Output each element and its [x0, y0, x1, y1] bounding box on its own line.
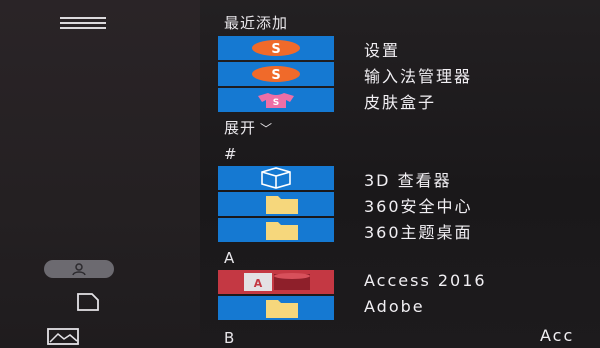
- access-icon: A: [244, 273, 310, 291]
- expand-button[interactable]: 展开 ﹀: [224, 117, 273, 138]
- app-tile: [218, 166, 334, 190]
- folder-icon: [266, 300, 298, 318]
- app-label: 输入法管理器: [364, 67, 473, 86]
- app-item-360-security[interactable]: 360安全中心: [218, 192, 600, 218]
- app-label: 360主题桌面: [364, 223, 473, 242]
- app-item-settings[interactable]: S 设置: [218, 36, 600, 62]
- app-tile: S: [218, 36, 334, 60]
- app-label: 360安全中心: [364, 197, 473, 216]
- app-item-skin-box[interactable]: S 皮肤盒子: [218, 88, 600, 114]
- folder-icon: [266, 222, 298, 240]
- app-label: Access 2016: [364, 271, 487, 290]
- svg-text:S: S: [271, 68, 280, 83]
- app-tile: [218, 296, 334, 320]
- app-item-access-2016[interactable]: A Access 2016: [218, 270, 600, 296]
- sogou-icon: S: [252, 66, 300, 83]
- recent-header: 最近添加: [224, 14, 289, 32]
- skin-box-icon: S: [258, 93, 294, 108]
- app-tile: [218, 218, 334, 242]
- app-item-ime-manager[interactable]: S 输入法管理器: [218, 62, 600, 88]
- svg-text:S: S: [273, 98, 279, 108]
- cube-icon: [261, 167, 291, 189]
- svg-text:S: S: [271, 42, 280, 57]
- app-list: 最近添加 S 设置 S 输入法管理器 S 皮肤盒子 展开 ﹀ # 3D 查看器 …: [0, 0, 600, 348]
- app-tile: S: [218, 88, 334, 112]
- app-tile: [218, 192, 334, 216]
- app-item-360-theme-desktop[interactable]: 360主题桌面: [218, 218, 600, 244]
- app-label: Adobe: [364, 297, 425, 316]
- folder-icon: [266, 196, 298, 214]
- app-item-adobe[interactable]: Adobe: [218, 296, 600, 322]
- group-letter-hash[interactable]: #: [224, 145, 238, 163]
- app-tile: S: [218, 62, 334, 86]
- truncated-app-label[interactable]: Acc: [540, 326, 574, 345]
- app-label: 设置: [364, 41, 401, 60]
- app-label: 皮肤盒子: [364, 93, 437, 112]
- app-label: 3D 查看器: [364, 171, 452, 190]
- sogou-icon: S: [252, 40, 300, 57]
- group-letter-b[interactable]: B: [224, 329, 235, 347]
- group-letter-a[interactable]: A: [224, 249, 235, 267]
- chevron-down-icon: ﹀: [260, 122, 274, 136]
- expand-label: 展开: [224, 119, 257, 137]
- app-item-3d-viewer[interactable]: 3D 查看器: [218, 166, 600, 192]
- svg-text:A: A: [254, 277, 263, 290]
- app-tile: A: [218, 270, 334, 294]
- start-menu: 最近添加 S 设置 S 输入法管理器 S 皮肤盒子 展开 ﹀ # 3D 查看器 …: [0, 0, 600, 348]
